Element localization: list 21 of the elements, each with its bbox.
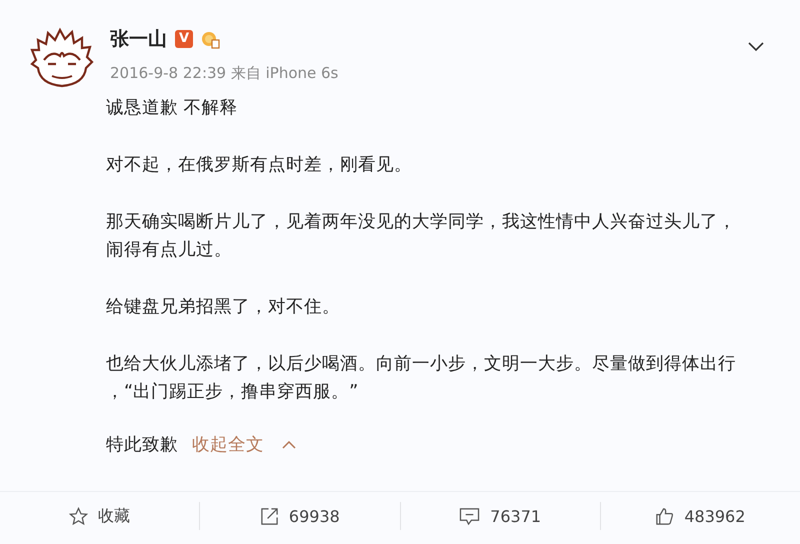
post-timestamp: 2016-9-8 22:39 来自 iPhone 6s (110, 64, 340, 83)
repost-button[interactable]: 69938 (200, 496, 400, 536)
post-text-line: 给键盘兄弟招黑了，对不住。 (106, 296, 341, 319)
share-icon (260, 506, 279, 526)
comment-button[interactable]: 76371 (400, 496, 600, 536)
post-text-line: 那天确实喝断片儿了，见着两年没见的大学同学，我这性情中人兴奋过头儿了， (106, 211, 737, 234)
verified-badge: V (175, 30, 194, 48)
post-text-line: 特此致歉 (106, 434, 178, 457)
post-text-line: 闹得有点儿过。 (106, 239, 233, 262)
comment-icon (459, 506, 480, 526)
post-text-line: 对不起，在俄罗斯有点时差，刚看见。 (106, 154, 413, 177)
post-text-line: 诚恳道歉 不解释 (106, 97, 239, 120)
like-button[interactable]: 483962 (600, 496, 800, 536)
chevron-down-icon[interactable] (748, 42, 764, 52)
star-icon (69, 506, 88, 526)
favorite-button[interactable]: 收藏 (0, 496, 200, 536)
thumbs-up-icon (655, 506, 674, 526)
chevron-up-icon[interactable] (282, 441, 296, 449)
post-text-line: ，“出门踢正步，撸串穿西服。” (106, 381, 360, 404)
post-text-line: 也给大伙儿添堵了，以后少喝酒。向前一小步，文明一大步。尽量做到得体出行 (106, 353, 737, 376)
author-name[interactable]: 张一山 (110, 26, 167, 52)
